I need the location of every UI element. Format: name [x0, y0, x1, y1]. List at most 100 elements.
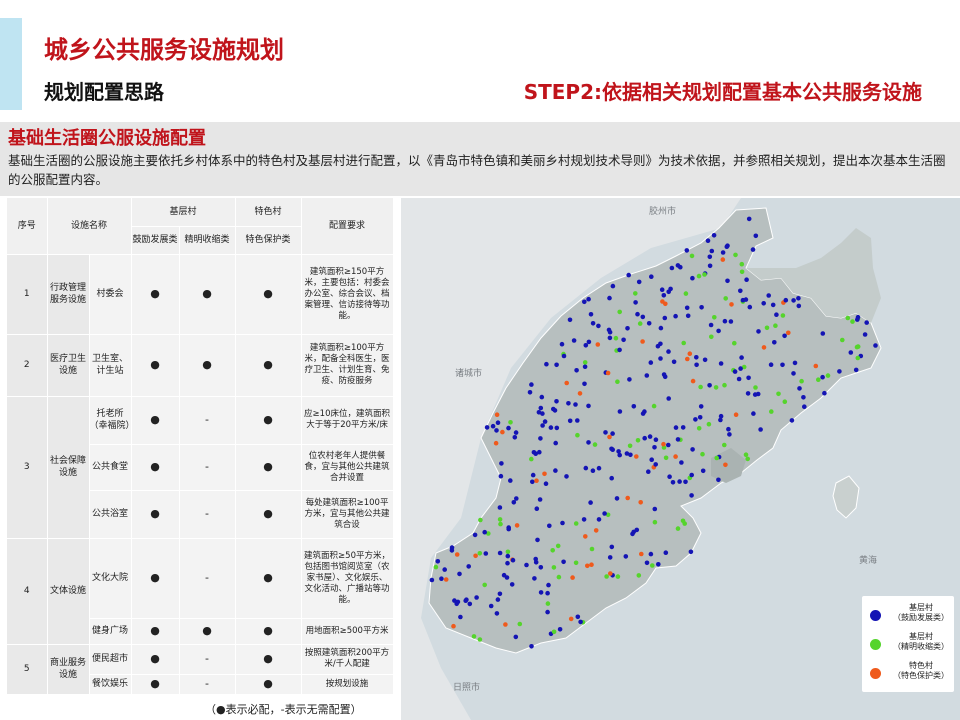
village-dot-encourage [675, 437, 681, 442]
village-dot-encourage [772, 340, 777, 345]
village-dot-encourage [543, 481, 549, 487]
village-dot-refine [816, 377, 821, 382]
village-dot-encourage [802, 404, 807, 409]
village-dot-encourage [509, 582, 515, 587]
village-dot-protect [605, 370, 611, 376]
village-dot-protect [663, 301, 668, 307]
village-dot-refine [627, 443, 633, 449]
village-dot-refine [663, 455, 669, 461]
village-dot-refine [689, 253, 695, 259]
row-requirement: 建筑面积≥150平方米，主要包括：村委会办公室、综合会议、档案管理、信访接待等功… [301, 254, 394, 335]
village-dot-encourage [429, 577, 435, 583]
village-dot-encourage [510, 557, 516, 563]
village-dot-protect [454, 552, 460, 557]
village-dot-encourage [630, 531, 635, 537]
village-dot-encourage [820, 331, 826, 336]
village-dot-refine [582, 360, 588, 365]
village-dot-encourage [862, 332, 868, 337]
village-dot-encourage [506, 526, 511, 532]
village-dot-encourage [673, 425, 679, 430]
village-dot-refine [709, 334, 714, 340]
village-dot-encourage [736, 376, 742, 382]
village-dot-encourage [751, 411, 756, 416]
village-dot-refine [497, 517, 503, 522]
village-dot-encourage [505, 553, 511, 559]
row-item-name: 卫生室、计生站 [89, 334, 132, 397]
village-dot-encourage [607, 555, 613, 560]
village-dot-encourage [442, 567, 447, 572]
village-dot-encourage [848, 350, 854, 355]
village-dot-encourage [675, 263, 681, 268]
village-dot-encourage [707, 383, 712, 388]
village-dot-protect [761, 345, 767, 350]
header-no: 序号 [7, 198, 48, 255]
header-special-village: 特色村 [235, 198, 302, 227]
village-dot-encourage [738, 366, 743, 371]
legend-dot-green [870, 639, 881, 650]
village-dot-encourage [659, 287, 665, 292]
village-dot-encourage [667, 474, 672, 480]
legend-sub: （精明收缩类） [893, 642, 949, 651]
village-dot-encourage [708, 322, 714, 328]
village-dot-encourage [454, 601, 459, 607]
header-encourage: 鼓励发展类 [131, 226, 180, 255]
village-dot-encourage [559, 341, 565, 347]
village-dot-protect [634, 454, 639, 459]
village-dot-protect [640, 339, 645, 344]
row-item-name: 村委会 [89, 254, 132, 335]
village-dot-encourage [690, 275, 695, 281]
village-dot-encourage [761, 301, 766, 306]
village-dot-encourage [513, 634, 519, 640]
village-dot-encourage [774, 312, 779, 317]
village-dot-encourage [756, 329, 761, 334]
village-dot-encourage [656, 562, 661, 567]
village-dot-refine [477, 551, 483, 556]
village-dot-protect [564, 380, 569, 386]
village-dot-encourage [689, 493, 694, 498]
village-dot-encourage [495, 597, 501, 602]
village-dot-protect [593, 528, 599, 533]
village-dot-encourage [791, 371, 796, 376]
village-dot-refine [573, 560, 579, 566]
map-label-jiaozhou: 胶州市 [649, 207, 677, 217]
village-dot-refine [702, 272, 707, 277]
village-dot-protect [473, 553, 478, 559]
village-dot-encourage [853, 367, 859, 373]
mark-protect: ● [235, 334, 302, 397]
village-dot-refine [604, 574, 609, 579]
village-dot-encourage [534, 506, 540, 512]
village-dot-protect [589, 562, 594, 567]
village-dot-encourage [596, 465, 602, 471]
row-category: 商业服务设施 [47, 644, 90, 695]
village-dot-protect [577, 391, 583, 396]
village-dot-encourage [501, 572, 507, 578]
village-dot-encourage [538, 590, 544, 595]
row-no: 1 [7, 254, 48, 335]
legend-sub: （鼓励发展类） [893, 613, 949, 622]
village-dot-protect [685, 356, 690, 362]
village-dot-encourage [610, 431, 615, 436]
village-dot-encourage [666, 349, 671, 354]
village-dot-encourage [694, 362, 699, 368]
village-dot-encourage [514, 496, 519, 501]
village-dot-encourage [573, 402, 578, 407]
village-dot-refine [551, 565, 557, 570]
village-dot-encourage [538, 436, 543, 441]
village-dot-encourage [439, 576, 444, 581]
village-dot-encourage [642, 435, 647, 441]
village-dot-protect [500, 429, 505, 435]
village-dot-encourage [616, 449, 621, 454]
village-dot-encourage [458, 614, 463, 620]
row-item-name: 餐饮娱乐 [89, 674, 132, 695]
village-dot-encourage [725, 278, 730, 284]
village-dot-encourage [606, 327, 612, 333]
village-dot-encourage [698, 404, 704, 409]
table-row: 3 社会保障设施 托老所（幸福院） ● - ● 应≥10床位，建筑面积大于等于2… [7, 396, 394, 539]
mark-protect: ● [235, 396, 302, 445]
village-dot-encourage [588, 500, 593, 505]
facility-table: 序号 设施名称 基层村 特色村 配置要求 鼓励发展类 精明收缩类 特色保护类 1… [7, 198, 394, 695]
village-dot-encourage [545, 609, 550, 615]
mark-refine: - [179, 444, 236, 491]
village-dot-encourage [596, 323, 601, 329]
page-title: 城乡公共服务设施规划 [44, 36, 284, 64]
